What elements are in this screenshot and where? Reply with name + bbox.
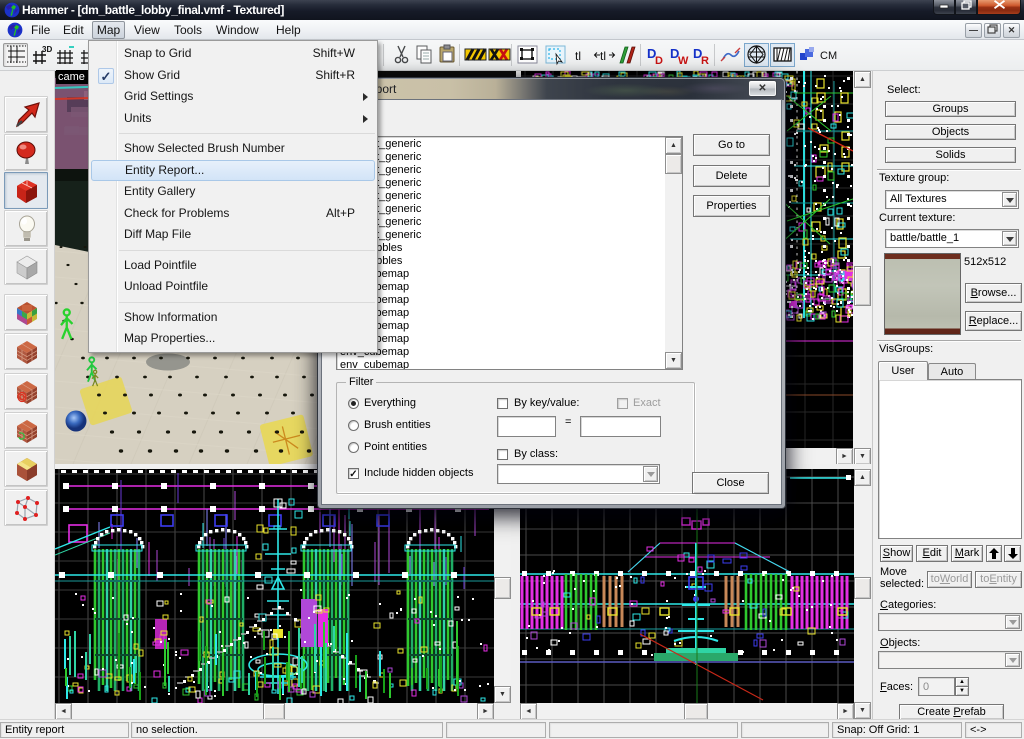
svg-text:D: D: [655, 55, 663, 67]
svg-text:W: W: [678, 55, 689, 67]
svg-text:tl: tl: [600, 49, 606, 63]
svg-text:tl: tl: [575, 49, 581, 63]
svg-text:CM: CM: [820, 50, 837, 62]
svg-text:3D: 3D: [42, 45, 52, 54]
svg-text:R: R: [701, 55, 709, 67]
